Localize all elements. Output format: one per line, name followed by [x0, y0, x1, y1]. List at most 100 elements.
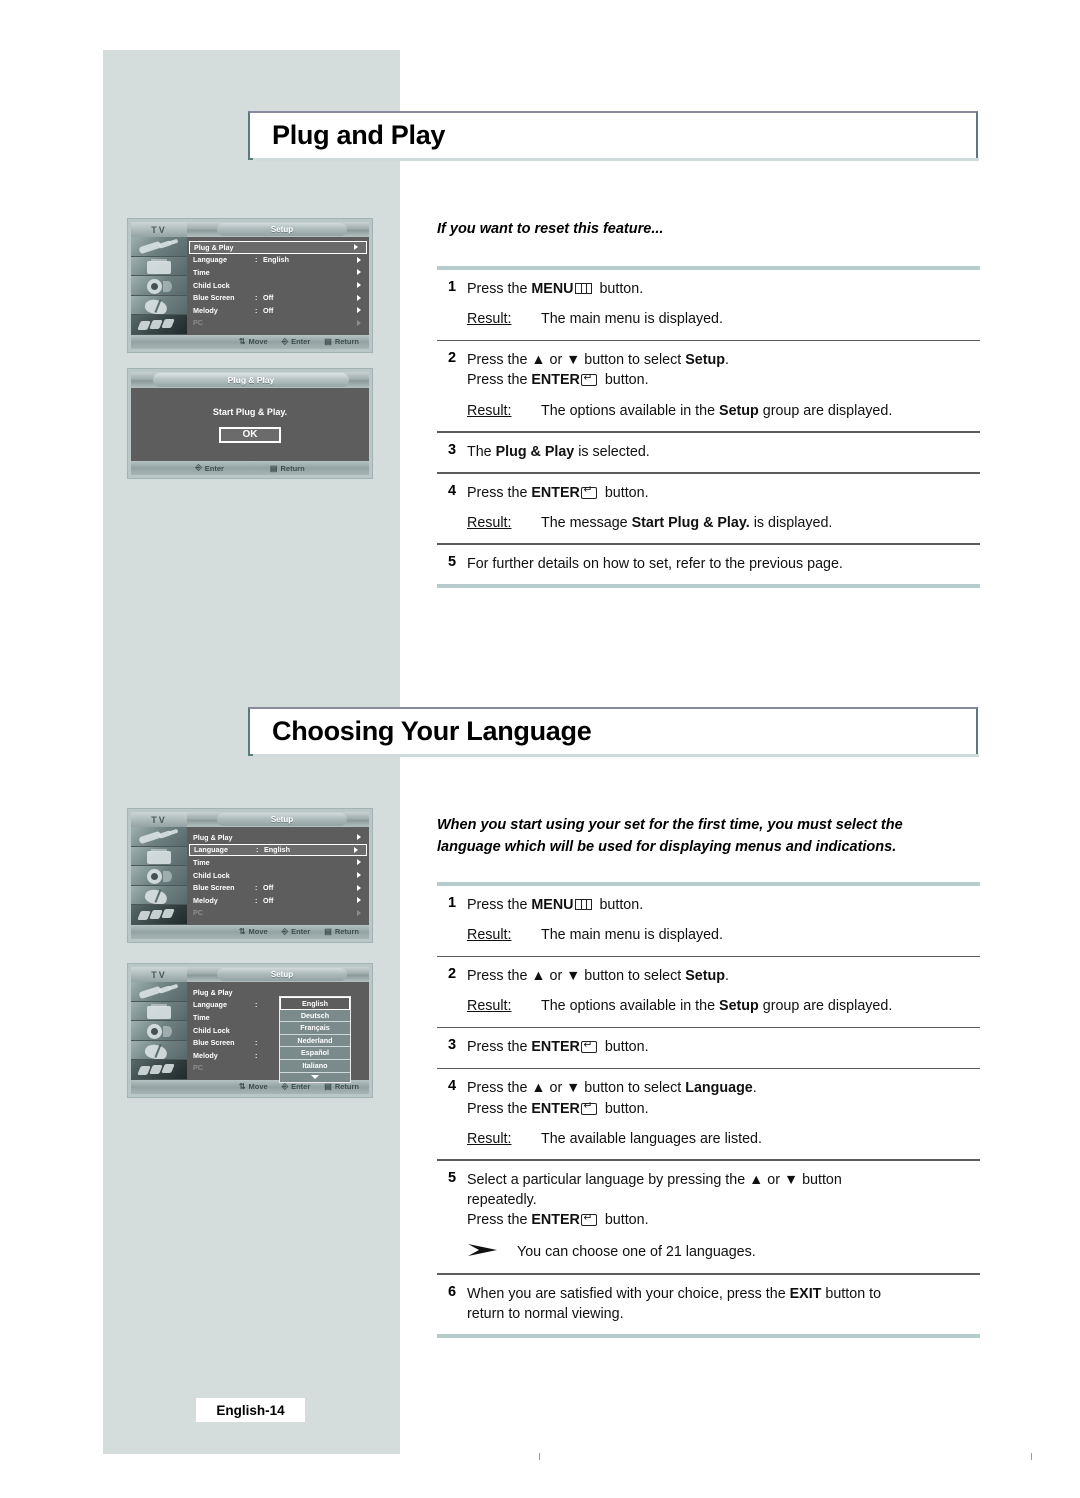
- osd-enter-hint: ⎆ Enter: [195, 463, 224, 473]
- step-number: 6: [447, 1283, 457, 1300]
- osd-footer: ⇅ Move ⎆ Enter ▤ Return: [131, 924, 369, 939]
- osd-return-hint: ▤ Return: [270, 464, 305, 473]
- section1-steps: 1 Press the MENU button. Result: The mai…: [437, 266, 980, 589]
- osd-row-time[interactable]: Time: [187, 266, 369, 279]
- result-label: Result:: [467, 514, 512, 531]
- chevron-right-icon: [357, 859, 361, 866]
- osd-row-blue-screen[interactable]: Blue Screen : Off: [187, 291, 369, 304]
- manual-page: Plug and Play TV Setup Plug & Play Langu…: [0, 0, 1080, 1498]
- result-text: The message Start Plug & Play. is displa…: [541, 513, 980, 533]
- section2-steps: 1 Press the MENU button. Result: The mai…: [437, 882, 980, 1339]
- result-label: Result:: [467, 402, 512, 419]
- osd-row-melody[interactable]: Melody : Off: [187, 304, 369, 317]
- osd-row-label: PC: [193, 908, 203, 918]
- step-text-post: is selected.: [574, 443, 650, 460]
- osd-menu-list: Plug & Play Language : English Time Chil…: [187, 827, 369, 925]
- language-option-list[interactable]: English Deutsch Français Nederland Españ…: [279, 996, 351, 1083]
- step-number: 4: [447, 1078, 457, 1095]
- ok-button[interactable]: OK: [219, 426, 281, 443]
- osd-row-colon: :: [255, 1038, 258, 1048]
- osd-row-label: Melody: [193, 305, 218, 315]
- step-text-pre: The: [467, 443, 496, 460]
- note-arrow-icon: [467, 1242, 517, 1263]
- step-row: 3 The Plug & Play is selected.: [437, 433, 980, 472]
- osd-row-label: Language: [193, 255, 227, 265]
- osd-row-pc[interactable]: PC: [187, 317, 369, 330]
- speaker-icon: [131, 866, 187, 886]
- osd-row-child-lock[interactable]: Child Lock: [187, 869, 369, 882]
- chevron-right-icon: [354, 244, 358, 251]
- osd-row-language[interactable]: Language : English: [187, 254, 369, 267]
- result-text: The main menu is displayed.: [541, 927, 723, 944]
- result-label: Result:: [467, 1130, 512, 1147]
- osd-row-language[interactable]: Language : English: [189, 843, 367, 857]
- step-text: Press the ENTER button.: [467, 1037, 980, 1057]
- language-option-deutsch[interactable]: Deutsch: [280, 1009, 350, 1023]
- step-text-pre: Press the: [467, 1100, 532, 1117]
- chevron-right-icon: [357, 282, 361, 289]
- step-text-3: Press the ENTER button.: [467, 1210, 980, 1230]
- page-number-badge: English-14: [196, 1398, 305, 1422]
- osd-move-hint: ⇅ Move: [239, 927, 268, 936]
- enter-key-label: ENTER: [531, 372, 580, 389]
- language-option-espanol[interactable]: Español: [280, 1047, 350, 1060]
- title-shadow: [253, 754, 979, 757]
- osd-row-pc[interactable]: PC: [187, 907, 369, 920]
- antenna-icon: [131, 1040, 187, 1060]
- osd-row-blue-screen[interactable]: Blue Screen : Off: [187, 881, 369, 894]
- step-text-2: return to normal viewing.: [467, 1305, 624, 1322]
- language-scroll-down[interactable]: [280, 1072, 350, 1082]
- language-option-english[interactable]: English: [280, 997, 350, 1010]
- chevron-right-icon: [357, 909, 361, 916]
- osd-move-label: Move: [248, 337, 268, 346]
- page-title: Plug and Play: [272, 120, 446, 150]
- osd-move-hint: ⇅ Move: [239, 1082, 268, 1091]
- enter-key-icon: ⎆: [195, 463, 202, 472]
- osd-row-value: English: [264, 845, 290, 855]
- menu-key-icon: ▤: [324, 927, 332, 936]
- setup-emphasis: Setup: [719, 998, 759, 1015]
- note-text: You can choose one of 21 languages.: [517, 1243, 756, 1260]
- osd-return-hint: ▤ Return: [324, 927, 359, 936]
- step-text: Select a particular language by pressing…: [467, 1171, 842, 1188]
- step-number: 3: [447, 1037, 457, 1054]
- osd-return-hint: ▤ Return: [324, 337, 359, 346]
- antenna-icon: [131, 295, 187, 315]
- osd-move-label: Move: [248, 1082, 268, 1091]
- step-row: 4 Press the ▲ or ▼ button to select Lang…: [437, 1069, 980, 1159]
- osd-row-plug-play[interactable]: Plug & Play: [189, 241, 367, 254]
- osd-row-value: Off: [263, 895, 274, 905]
- step-text-post: button.: [595, 897, 644, 913]
- step-text: Press the MENU button.: [467, 895, 980, 915]
- osd-row-child-lock[interactable]: Child Lock: [187, 279, 369, 292]
- result-text: The options available in the Setup group…: [541, 996, 980, 1016]
- updown-arrow-icon: ⇅: [238, 337, 246, 346]
- speaker-icon: [131, 1021, 187, 1041]
- title-shadow: [253, 158, 979, 161]
- chevron-right-icon: [357, 269, 361, 276]
- osd-row-label: Blue Screen: [193, 1038, 235, 1048]
- step-number: 1: [447, 895, 457, 911]
- step-text-pre: Press the: [467, 1039, 532, 1056]
- osd-row-label: Plug & Play: [193, 832, 233, 842]
- result-text-pre: The options available in the: [541, 402, 720, 419]
- step-text-post: button.: [600, 1212, 649, 1229]
- osd-dialog-title: Plug & Play: [153, 373, 349, 387]
- osd-row-plug-play[interactable]: Plug & Play: [187, 831, 369, 844]
- osd-row-melody[interactable]: Melody : Off: [187, 894, 369, 907]
- chevron-right-icon: [357, 307, 361, 314]
- setup-emphasis: Setup: [685, 968, 725, 985]
- language-option-francais[interactable]: Français: [280, 1022, 350, 1035]
- osd-row-label: Child Lock: [193, 870, 230, 880]
- step-text: Press the ▲ or ▼ button to select Setup.: [467, 966, 980, 986]
- language-option-nederland[interactable]: Nederland: [280, 1034, 350, 1048]
- setup-emphasis: Setup: [685, 352, 725, 369]
- chevron-right-icon: [357, 834, 361, 841]
- osd-enter-label: Enter: [204, 463, 224, 473]
- result-line: Result: The main menu is displayed.: [467, 309, 980, 329]
- language-option-italiano[interactable]: Italiano: [280, 1059, 350, 1073]
- osd-move-label: Move: [248, 927, 268, 936]
- osd-row-time[interactable]: Time: [187, 856, 369, 869]
- osd-row-label: PC: [193, 1063, 203, 1073]
- step-text-pre: Press the: [467, 281, 532, 297]
